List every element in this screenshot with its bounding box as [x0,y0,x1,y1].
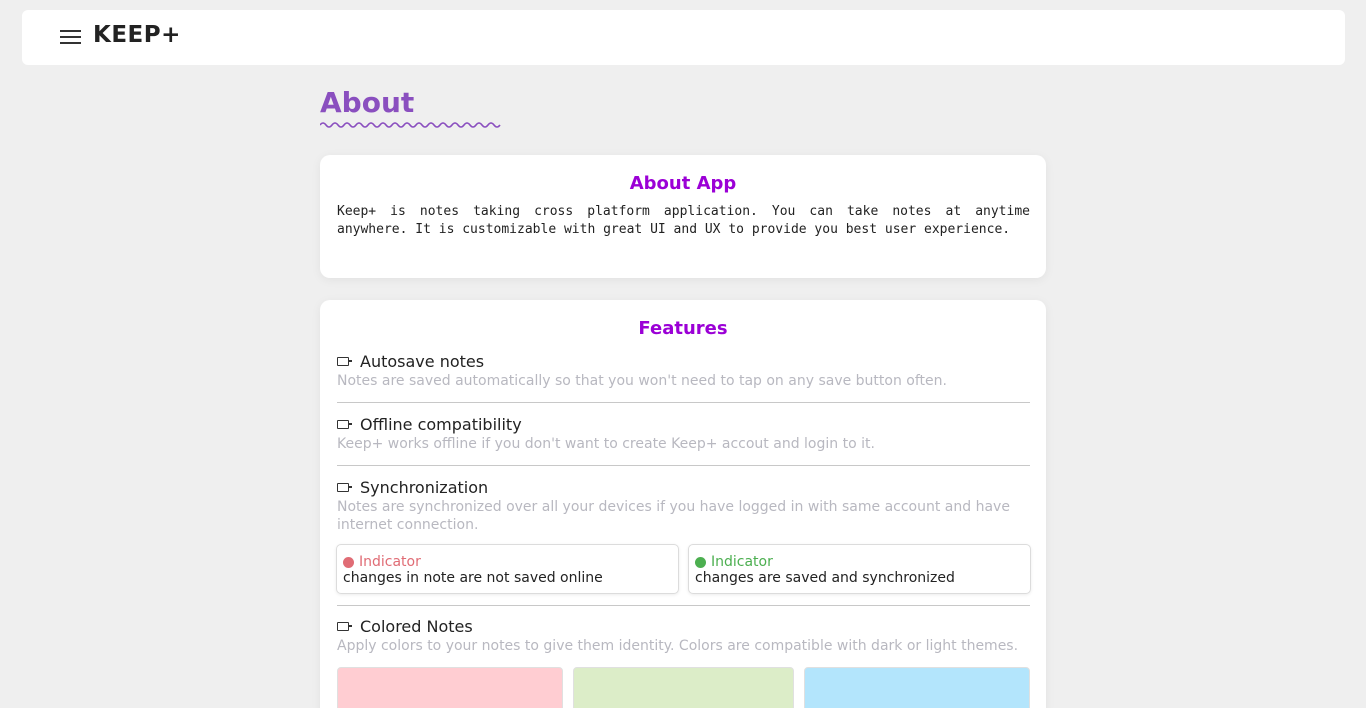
feature-description: Notes are saved automatically so that yo… [337,373,947,389]
green-dot-icon [695,556,706,568]
title-underline-squiggle [320,122,501,128]
color-swatch-pink [337,667,563,708]
feature-description: Apply colors to your notes to give them … [337,638,1019,654]
indicator-label: Indicator [359,554,421,570]
about-app-text: Keep+ is notes taking cross platform app… [337,204,1030,237]
about-app-card: About App Keep+ is notes taking cross pl… [320,155,1046,278]
feature-name: Colored Notes [360,616,473,636]
features-title: Features [638,318,728,339]
color-swatch-blue [804,667,1030,708]
label-icon [337,419,352,429]
color-swatch-green [573,667,794,708]
indicator-synced: Indicator changes are saved and synchron… [688,544,1031,594]
feature-name: Autosave notes [360,351,485,371]
feature-name: Offline compatibility [360,414,522,434]
top-app-bar: KEEP+ [22,10,1345,65]
feature-colored-notes: Colored Notes Apply colors to your notes… [337,616,1030,655]
label-icon [337,356,352,366]
about-app-title: About App [629,173,737,194]
menu-icon[interactable] [60,29,82,46]
feature-offline: Offline compatibility Keep+ works offlin… [337,414,1030,453]
divider [337,402,1030,403]
feature-synchronization: Synchronization Notes are synchronized o… [337,477,1030,534]
label-icon [337,621,352,631]
indicator-description: changes in note are not saved online [343,570,603,586]
feature-name: Synchronization [360,477,489,497]
app-brand[interactable]: KEEP+ [93,22,181,48]
indicator-unsaved: Indicator changes in note are not saved … [336,544,679,594]
feature-description: Keep+ works offline if you don't want to… [337,436,875,452]
red-dot-icon [343,556,354,568]
divider [337,465,1030,466]
indicator-label: Indicator [711,554,773,570]
feature-description: Notes are synchronized over all your dev… [337,499,1010,533]
label-icon [337,482,352,492]
page-title: About [320,86,415,119]
indicator-description: changes are saved and synchronized [695,570,955,586]
features-card: Features Autosave notes Notes are saved … [320,300,1046,708]
feature-autosave: Autosave notes Notes are saved automatic… [337,351,1030,390]
divider [337,605,1030,606]
